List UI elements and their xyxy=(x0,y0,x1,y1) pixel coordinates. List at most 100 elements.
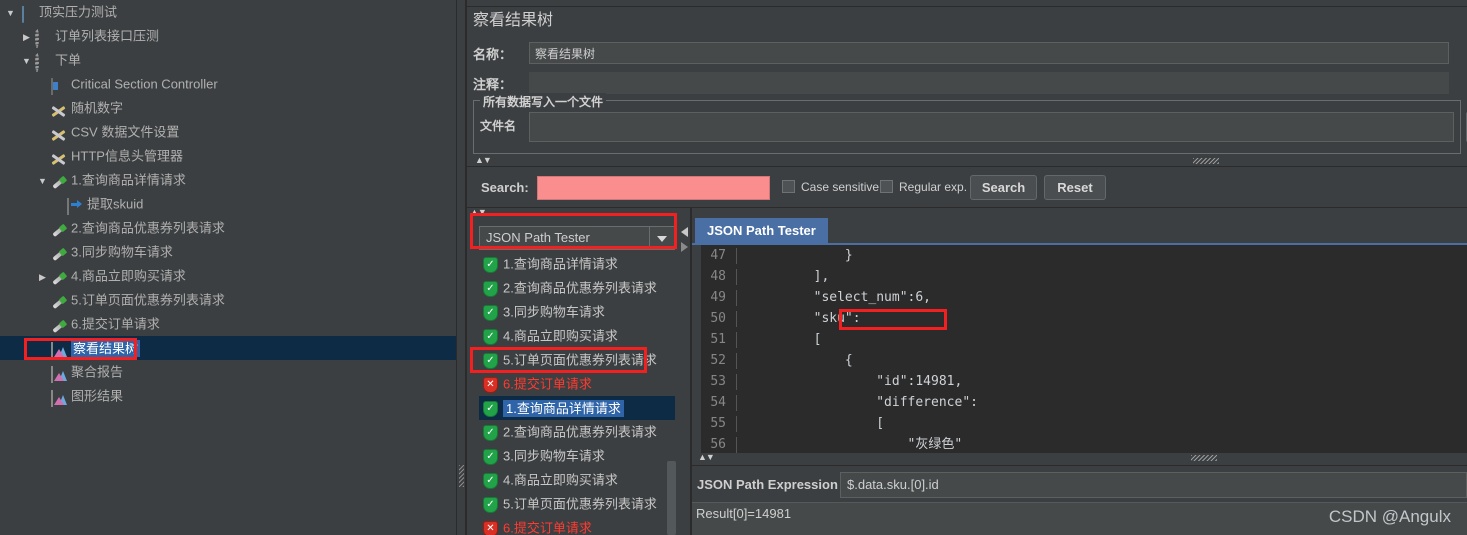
gutter-divider xyxy=(736,415,737,432)
code-line: 52 { xyxy=(692,350,1467,371)
tree-item[interactable]: ▼ 下单 xyxy=(0,48,456,72)
tree-toggle-icon[interactable]: ▼ xyxy=(20,49,33,73)
code-text: [ xyxy=(751,332,822,347)
tree-item-label: 察看结果树 xyxy=(71,339,141,357)
code-text: "select_num":6, xyxy=(751,290,932,305)
reset-button[interactable]: Reset xyxy=(1044,175,1106,200)
tree-item[interactable]: HTTP信息头管理器 xyxy=(0,144,456,168)
tree-toggle-icon[interactable]: ▼ xyxy=(4,1,17,25)
pane-top-edge xyxy=(467,0,1467,7)
pane-collapse-arrows[interactable] xyxy=(680,226,690,256)
tree-item[interactable]: ▼ 1.查询商品详情请求 xyxy=(0,168,456,192)
code-splitter-grip-icon[interactable] xyxy=(1191,455,1217,461)
results-splitter-arrows-icon[interactable]: ▲▼ xyxy=(470,208,487,217)
sampler-result-row[interactable]: ✓ 3.同步购物车请求 xyxy=(479,444,675,468)
tree-item-label: 聚合报告 xyxy=(71,364,124,380)
sampler-result-label: 2.查询商品优惠券列表请求 xyxy=(503,424,657,440)
regular-exp-checkbox[interactable] xyxy=(880,180,893,193)
tree-splitter-grip[interactable] xyxy=(459,465,464,487)
sampler-result-row[interactable]: ✕ 6.提交订单请求 xyxy=(479,372,675,396)
tree-item[interactable]: ▼ 顶实压力测试 xyxy=(0,0,456,24)
sampler-result-row[interactable]: ✓ 3.同步购物车请求 xyxy=(479,300,675,324)
sampler-result-row[interactable]: ✕ 6.提交订单请求 xyxy=(479,516,675,535)
tab-json-path-tester[interactable]: JSON Path Tester xyxy=(695,218,828,243)
tree-item[interactable]: CSV 数据文件设置 xyxy=(0,120,456,144)
results-splitter[interactable]: ▲▼ xyxy=(470,208,677,218)
tree-toggle-icon[interactable]: ▶ xyxy=(36,265,49,289)
chevron-down-icon[interactable] xyxy=(649,227,674,249)
tree-item[interactable]: ▶ 4.商品立即购买请求 xyxy=(0,264,456,288)
code-bottom-splitter[interactable]: ▲▼ xyxy=(692,453,1467,466)
gutter-divider xyxy=(736,247,737,264)
sampler-result-list[interactable]: ✓ 1.查询商品详情请求 ✓ 2.查询商品优惠券列表请求 ✓ 3.同步购物车请求 ✓ 4.商品… xyxy=(479,252,675,535)
render-format-combobox[interactable]: JSON Path Tester xyxy=(479,226,675,250)
tree-toggle-icon[interactable]: ▼ xyxy=(36,169,49,193)
sampler-result-row[interactable]: ✓ 2.查询商品优惠券列表请求 xyxy=(479,276,675,300)
comment-row: 注释： xyxy=(473,72,1463,98)
pass-icon: ✓ xyxy=(483,400,498,417)
sampler-detail-column: JSON Path Tester 47 } 48 ], 49 "select_num… xyxy=(692,208,1467,535)
code-line: 54 "difference": xyxy=(692,392,1467,413)
detail-tabbar: JSON Path Tester xyxy=(692,218,1467,245)
tree-item[interactable]: 6.提交订单请求 xyxy=(0,312,456,336)
tree-item-label: 提取skuid xyxy=(87,196,144,212)
sampler-result-label: 4.商品立即购买请求 xyxy=(503,328,618,344)
tree-item[interactable]: 3.同步购物车请求 xyxy=(0,240,456,264)
search-label: Search: xyxy=(481,180,529,195)
search-button[interactable]: Search xyxy=(970,175,1037,200)
flask-icon xyxy=(22,5,24,23)
json-path-expression-input[interactable]: $.data.sku.[0].id xyxy=(840,472,1467,498)
sampler-result-row[interactable]: ✓ 1.查询商品详情请求 xyxy=(479,396,675,420)
tree-item[interactable]: 随机数字 xyxy=(0,96,456,120)
tree-item[interactable]: ▶ 订单列表接口压测 xyxy=(0,24,456,48)
sampler-result-label: 6.提交订单请求 xyxy=(503,376,592,392)
sampler-result-row[interactable]: ✓ 5.订单页面优惠券列表请求 xyxy=(479,348,675,372)
test-plan-tree[interactable]: ▼ 顶实压力测试 ▶ 订单列表接口压测 ▼ 下单 Critical Section Cont… xyxy=(0,0,456,535)
collapse-right-icon[interactable] xyxy=(681,242,688,252)
sampler-result-row[interactable]: ✓ 5.订单页面优惠券列表请求 xyxy=(479,492,675,516)
code-line: 47 } xyxy=(692,245,1467,266)
tree-item[interactable]: 5.订单页面优惠券列表请求 xyxy=(0,288,456,312)
gear-icon xyxy=(35,28,39,48)
gear-active-icon xyxy=(35,52,39,72)
tree-item[interactable]: 2.查询商品优惠券列表请求 xyxy=(0,216,456,240)
tree-item-label: HTTP信息头管理器 xyxy=(71,148,183,164)
gutter-divider xyxy=(736,394,737,411)
filename-input[interactable] xyxy=(529,112,1454,142)
tree-item[interactable]: 聚合报告 xyxy=(0,360,456,384)
tree-item-icon xyxy=(49,339,69,359)
config-splitter[interactable]: ▲▼ xyxy=(467,156,1467,167)
tree-item[interactable]: Critical Section Controller xyxy=(0,72,456,96)
json-path-expression-value: $.data.sku.[0].id xyxy=(847,477,939,492)
sampler-result-row[interactable]: ✓ 4.商品立即购买请求 xyxy=(479,324,675,348)
name-input[interactable]: 察看结果树 xyxy=(529,42,1449,64)
sampler-result-row[interactable]: ✓ 1.查询商品详情请求 xyxy=(479,252,675,276)
code-splitter-arrows-icon[interactable]: ▲▼ xyxy=(698,453,715,462)
splitter-grip-icon[interactable] xyxy=(1193,158,1219,164)
splitter-arrows-icon[interactable]: ▲▼ xyxy=(475,156,492,165)
comment-input[interactable] xyxy=(529,72,1449,94)
search-input[interactable] xyxy=(537,176,770,200)
code-text: "sku": xyxy=(751,311,861,326)
tree-item-icon xyxy=(49,291,69,311)
tree-item[interactable]: 提取skuid xyxy=(0,192,456,216)
code-text: "id":14981, xyxy=(751,374,963,389)
tree-item-label: 2.查询商品优惠券列表请求 xyxy=(71,220,225,236)
fail-icon: ✕ xyxy=(483,376,498,393)
tree-item[interactable]: 察看结果树 xyxy=(0,336,456,360)
sampler-result-label: 1.查询商品详情请求 xyxy=(503,256,618,272)
code-scrollbar[interactable] xyxy=(692,245,701,453)
gutter-divider xyxy=(736,331,737,348)
sampler-result-row[interactable]: ✓ 2.查询商品优惠券列表请求 xyxy=(479,420,675,444)
tree-item-icon xyxy=(65,195,85,215)
tree-item-icon xyxy=(49,363,69,383)
sampler-result-label: 2.查询商品优惠券列表请求 xyxy=(503,280,657,296)
sampler-result-row[interactable]: ✓ 4.商品立即购买请求 xyxy=(479,468,675,492)
tree-toggle-icon[interactable]: ▶ xyxy=(20,25,33,49)
response-code-viewer[interactable]: 47 } 48 ], 49 "select_num":6, 50 "sku": 51 [… xyxy=(692,245,1467,453)
results-list-scrollbar[interactable] xyxy=(667,461,676,535)
code-text: ], xyxy=(751,269,830,284)
tree-item[interactable]: 图形结果 xyxy=(0,384,456,408)
collapse-left-icon[interactable] xyxy=(681,227,688,237)
case-sensitive-checkbox[interactable] xyxy=(782,180,795,193)
